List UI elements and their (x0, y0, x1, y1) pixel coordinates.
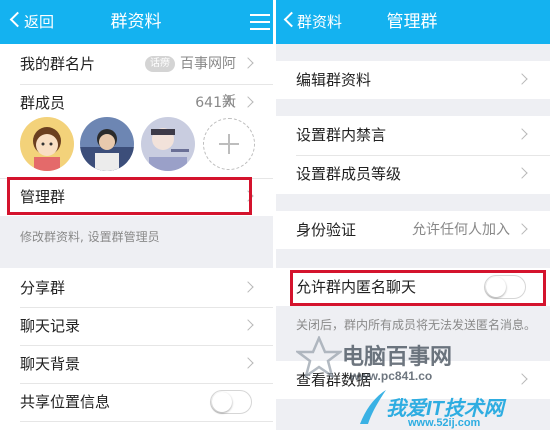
member-level-label: 设置群成员等级 (296, 165, 402, 183)
chevron-right-icon (242, 319, 254, 331)
chevron-right-icon (516, 167, 528, 179)
back-label: 群资料 (297, 13, 343, 31)
edit-group-card: 编辑群资料 (276, 61, 550, 99)
add-member-button[interactable] (203, 118, 255, 170)
manage-group-screen: 群资料 管理群 编辑群资料 设置群内禁言 设置群成员等级 身份验证 允许任何人加… (276, 0, 550, 430)
group-actions-list: 分享群 聊天记录 聊天背景 共享位置信息 (0, 268, 273, 430)
toggle-knob (212, 392, 232, 412)
group-stats-label: 查看群数据 (296, 371, 372, 389)
highlight-box (290, 270, 546, 306)
manage-group-hint: 修改群资料, 设置群管理员 (20, 230, 160, 244)
group-mute-label: 设置群内禁言 (296, 126, 387, 144)
verification-label: 身份验证 (296, 221, 357, 239)
group-stats-card: 查看群数据 (276, 361, 550, 399)
chevron-right-icon (516, 128, 528, 140)
member-level-row[interactable]: 设置群成员等级 (276, 155, 550, 193)
verification-card: 身份验证 允许任何人加入 (276, 211, 550, 249)
members-row[interactable]: 群成员 641人 (0, 84, 273, 122)
my-group-card-label: 我的群名片 (20, 55, 96, 73)
chat-history-label: 聊天记录 (20, 317, 81, 335)
share-group-label: 分享群 (20, 279, 66, 297)
chevron-right-icon (242, 96, 254, 108)
chat-background-row[interactable]: 聊天背景 (0, 345, 273, 383)
app-header: 群资料 管理群 (276, 0, 550, 44)
share-location-row: 共享位置信息 (0, 383, 273, 421)
chevron-right-icon (242, 57, 254, 69)
group-settings-card: 设置群内禁言 设置群成员等级 (276, 116, 550, 194)
anonymous-chat-hint: 关闭后，群内所有成员将无法发送匿名消息。 (296, 318, 537, 332)
chat-background-label: 聊天背景 (20, 355, 81, 373)
avatar[interactable] (20, 117, 74, 171)
page-title: 管理群 (386, 12, 438, 32)
chevron-right-icon (516, 223, 528, 235)
highlight-box (7, 177, 252, 215)
member-count: 641人 (195, 95, 236, 111)
chevron-right-icon (516, 373, 528, 385)
edit-group-label: 编辑群资料 (296, 71, 372, 89)
chevron-right-icon (242, 281, 254, 293)
verification-value: 允许任何人加入 (412, 222, 510, 238)
avatar[interactable] (80, 117, 134, 171)
group-profile-screen: 返回 群资料 我的群名片 话痨 百事网阿新 群成员 641人 管理群 修改群资料… (0, 0, 273, 430)
back-label: 返回 (24, 13, 55, 31)
share-location-label: 共享位置信息 (20, 393, 111, 411)
menu-icon[interactable] (250, 14, 270, 30)
app-header: 返回 群资料 (0, 0, 273, 44)
chevron-right-icon (516, 73, 528, 85)
chevron-right-icon (242, 357, 254, 369)
group-stats-row[interactable]: 查看群数据 (276, 361, 550, 399)
page-title: 群资料 (110, 12, 162, 32)
chat-history-row[interactable]: 聊天记录 (0, 307, 273, 345)
share-location-toggle[interactable] (210, 390, 252, 414)
group-mute-row[interactable]: 设置群内禁言 (276, 116, 550, 154)
share-group-row[interactable]: 分享群 (0, 269, 273, 307)
chevron-left-icon (9, 11, 26, 28)
edit-group-row[interactable]: 编辑群资料 (276, 61, 550, 99)
verification-row[interactable]: 身份验证 允许任何人加入 (276, 211, 550, 249)
my-group-card-row[interactable]: 我的群名片 话痨 百事网阿新 (0, 45, 273, 110)
avatar[interactable] (141, 117, 195, 171)
